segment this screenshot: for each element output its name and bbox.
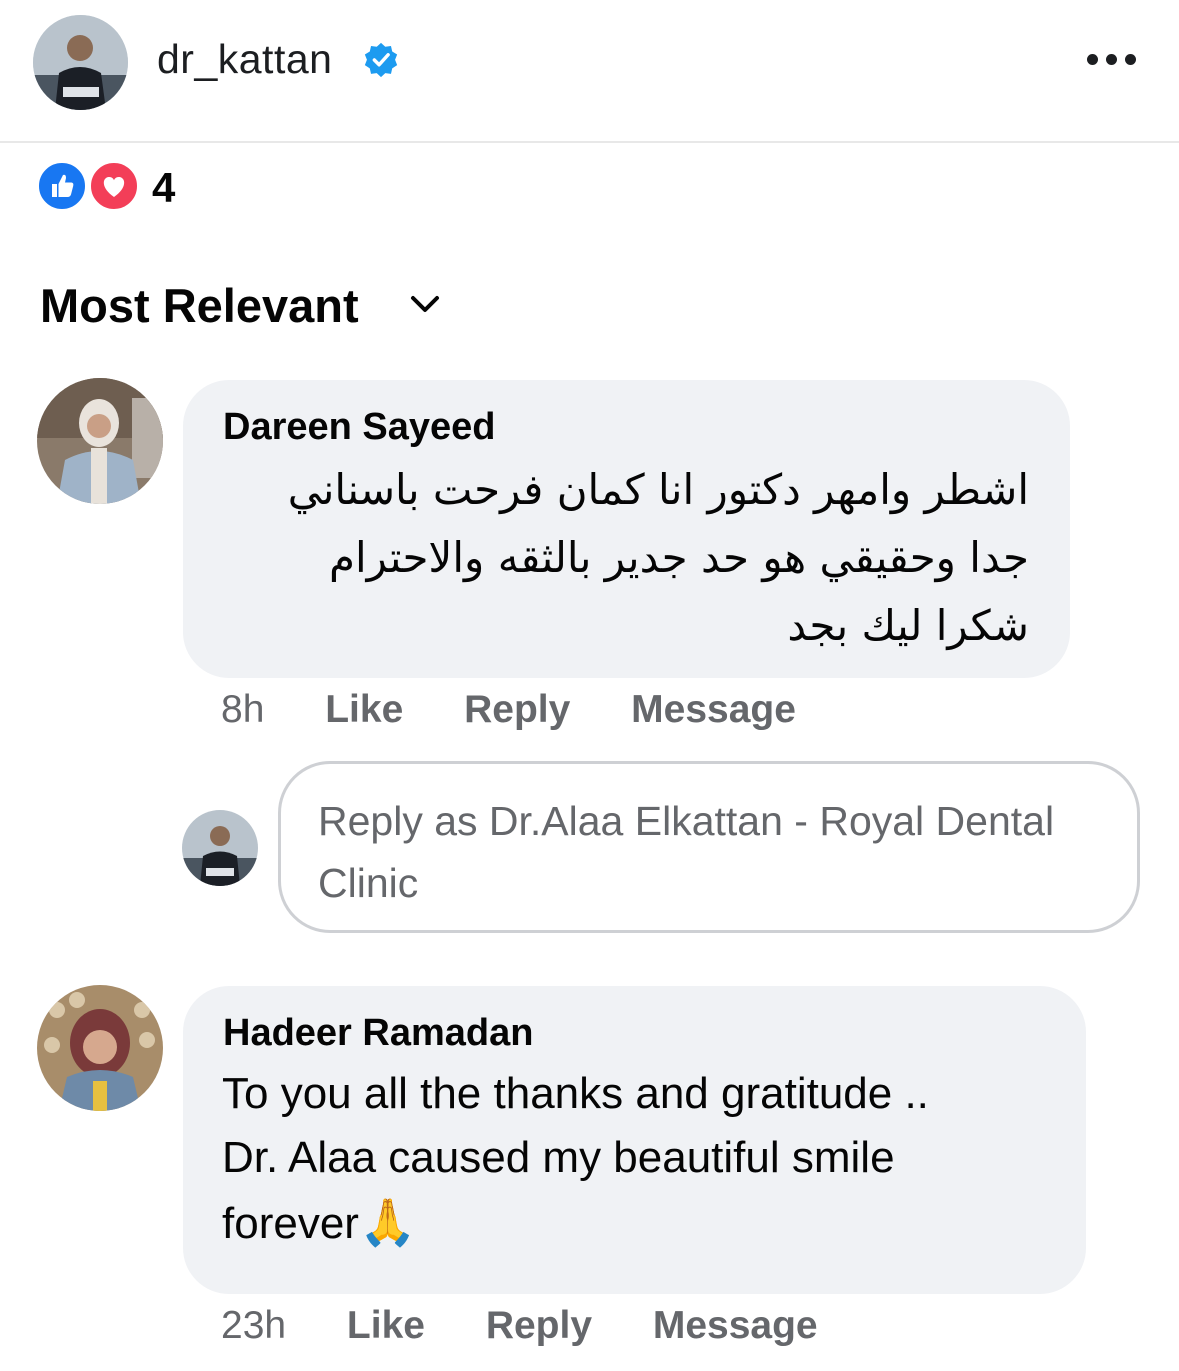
- current-user-avatar: [182, 810, 258, 886]
- comment-text: To you all the thanks and gratitude .. D…: [222, 1069, 929, 1248]
- commenter-avatar[interactable]: [37, 985, 163, 1111]
- love-reaction-icon: [88, 160, 140, 212]
- comment-actions: 8h Like Reply Message: [221, 688, 796, 732]
- folded-hands-emoji: 🙏: [358, 1196, 417, 1248]
- profile-avatar[interactable]: [33, 15, 128, 110]
- message-button[interactable]: Message: [631, 688, 796, 731]
- reply-button[interactable]: Reply: [464, 688, 570, 731]
- more-options-icon[interactable]: [1085, 46, 1139, 76]
- sort-selector-label[interactable]: Most Relevant: [40, 278, 359, 333]
- comment-author[interactable]: Dareen Sayeed: [223, 406, 496, 449]
- comment-bubble[interactable]: Hadeer Ramadan To you all the thanks and…: [183, 986, 1086, 1294]
- verified-badge-icon: [364, 42, 398, 78]
- username[interactable]: dr_kattan: [157, 36, 332, 83]
- message-button[interactable]: Message: [653, 1304, 818, 1347]
- post-header: dr_kattan: [0, 0, 1179, 143]
- like-reaction-icon: [36, 160, 88, 212]
- comment-bubble[interactable]: Dareen Sayeed اشطر وامهر دكتور انا كمان …: [183, 380, 1070, 678]
- reply-button[interactable]: Reply: [486, 1304, 592, 1347]
- like-button[interactable]: Like: [347, 1304, 425, 1347]
- reaction-summary[interactable]: 4: [36, 160, 196, 212]
- chevron-down-icon[interactable]: [408, 290, 442, 318]
- like-button[interactable]: Like: [325, 688, 403, 731]
- comment-timestamp: 8h: [221, 688, 265, 731]
- comment-text: اشطر وامهر دكتور انا كمان فرحت باسناني ج…: [287, 465, 1029, 650]
- reply-input-placeholder: Reply as Dr.Alaa Elkattan - Royal Dental…: [318, 798, 1055, 906]
- comment-timestamp: 23h: [221, 1304, 287, 1347]
- comment-author[interactable]: Hadeer Ramadan: [223, 1012, 533, 1055]
- commenter-avatar[interactable]: [37, 378, 163, 504]
- comment-actions: 23h Like Reply Message: [221, 1304, 818, 1348]
- reply-input[interactable]: Reply as Dr.Alaa Elkattan - Royal Dental…: [278, 761, 1140, 933]
- comment-text-block: To you all the thanks and gratitude .. D…: [222, 1062, 1072, 1256]
- reaction-count: 4: [152, 164, 176, 211]
